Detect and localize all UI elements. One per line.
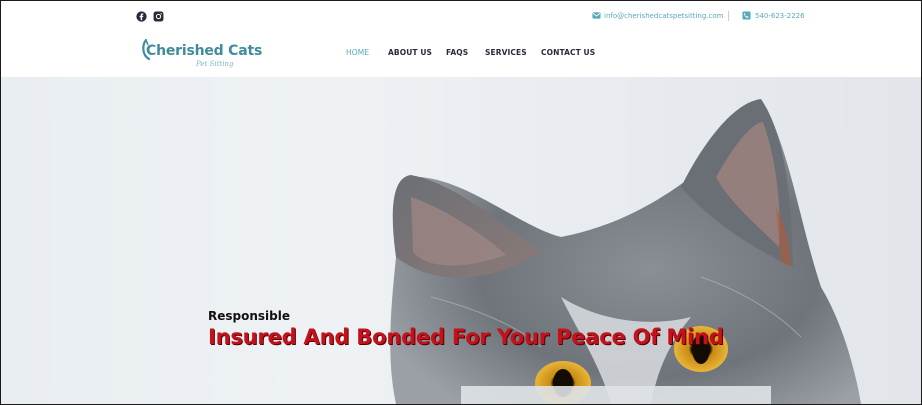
nav-contact-us[interactable]: CONTACT US (541, 48, 595, 57)
phone-icon (742, 11, 751, 20)
nav-home[interactable]: HOME (346, 48, 369, 57)
main-navigation: Cherished Cats Pet Sitting HOME ABOUT US… (1, 33, 921, 77)
nav-faqs[interactable]: FAQS (446, 48, 468, 57)
facebook-icon[interactable] (136, 11, 147, 22)
phone-link[interactable]: 540-623-2226 (755, 12, 805, 20)
site-logo[interactable]: Cherished Cats Pet Sitting (140, 37, 262, 71)
instagram-icon[interactable] (153, 11, 164, 22)
logo-name: Cherished Cats (146, 43, 263, 59)
email-link[interactable]: info@cherishedcatspetsitting.com (604, 12, 723, 20)
nav-services[interactable]: SERVICES (485, 48, 527, 57)
contact-divider (728, 11, 729, 21)
hero-banner: Responsible Insured And Bonded For Your … (1, 77, 921, 404)
top-bar: info@cherishedcatspetsitting.com 540-623… (1, 1, 921, 33)
hero-headline: Insured And Bonded For Your Peace Of Min… (208, 325, 724, 349)
grey-cat-image (390, 99, 861, 404)
logo-tagline: Pet Sitting (196, 60, 234, 68)
browser-viewport: info@cherishedcatspetsitting.com 540-623… (0, 0, 922, 405)
envelope-icon (592, 12, 601, 19)
nav-about-us[interactable]: ABOUT US (388, 48, 432, 57)
hero-subtitle: Responsible (208, 309, 290, 323)
